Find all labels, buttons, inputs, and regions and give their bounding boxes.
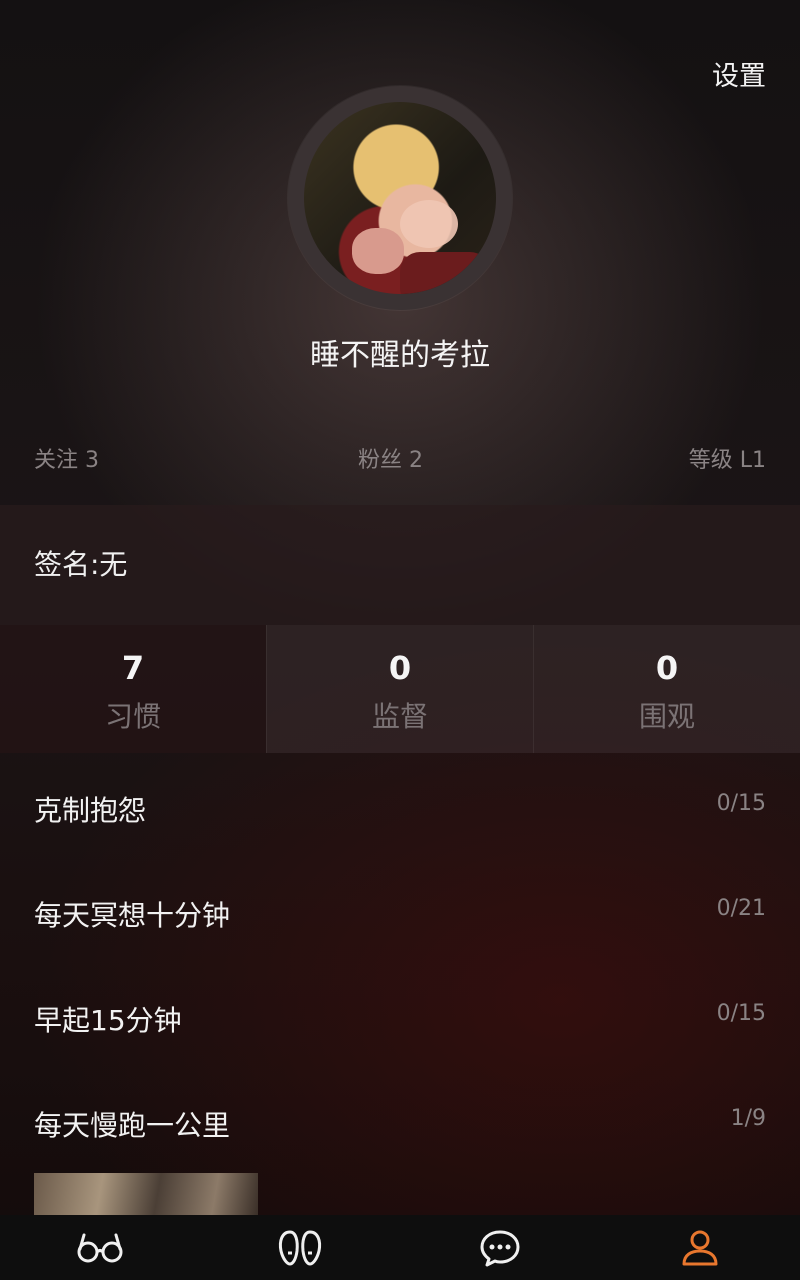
watch-count: 0	[655, 649, 679, 687]
habits-count: 7	[121, 649, 145, 687]
habit-name: 每天慢跑一公里	[34, 1109, 231, 1142]
tab-label: 监督	[371, 700, 428, 733]
avatar-frame	[288, 86, 512, 310]
list-item[interactable]: 每天冥想十分钟 0/21	[0, 858, 800, 963]
habit-photo-thumbnail[interactable]	[34, 1173, 258, 1215]
person-icon	[682, 1230, 718, 1265]
profile-stats: 关注 3 粉丝 2 等级 L1	[34, 442, 766, 474]
habit-progress: 0/21	[716, 896, 766, 921]
profile-tabs: 7 习惯 0 监督 0 围观	[0, 625, 800, 753]
chat-bubble-icon	[480, 1230, 520, 1266]
habit-progress: 1/9	[730, 1106, 766, 1131]
list-item[interactable]: 每天慢跑一公里 1/9	[0, 1068, 800, 1173]
tab-label: 习惯	[104, 700, 161, 733]
tab-habits[interactable]: 7 习惯	[0, 625, 266, 753]
list-item[interactable]: 克制抱怨 0/15	[0, 753, 800, 858]
habit-progress: 0/15	[716, 791, 766, 816]
bottom-navigation	[0, 1215, 800, 1280]
avatar[interactable]	[304, 102, 496, 294]
signature-section: 签名:无	[0, 505, 800, 625]
nav-profile[interactable]	[600, 1215, 800, 1280]
settings-button[interactable]: 设置	[712, 54, 766, 93]
supervise-count: 0	[388, 649, 412, 687]
nav-tracks[interactable]	[200, 1215, 400, 1280]
profile-header: 设置 睡不醒的考拉 关注 3 粉丝 2 等级 L1	[0, 0, 800, 505]
tab-label: 围观	[638, 700, 695, 733]
glasses-icon	[77, 1233, 123, 1262]
level-badge: 等级 L1	[688, 448, 766, 473]
nav-discover[interactable]	[0, 1215, 200, 1280]
habit-name: 克制抱怨	[34, 794, 147, 827]
following-count[interactable]: 关注 3	[34, 442, 99, 474]
nav-messages[interactable]	[400, 1215, 600, 1280]
footprints-icon	[278, 1229, 322, 1266]
habit-progress: 0/15	[716, 1001, 766, 1026]
habit-name: 早起15分钟	[34, 1004, 182, 1037]
list-item[interactable]: 早起15分钟 0/15	[0, 963, 800, 1068]
fans-count[interactable]: 粉丝 2	[358, 442, 423, 474]
tab-watch[interactable]: 0 围观	[533, 625, 800, 753]
habit-list: 克制抱怨 0/15 每天冥想十分钟 0/21 早起15分钟 0/15 每天慢跑一…	[0, 753, 800, 1173]
username: 睡不醒的考拉	[310, 338, 490, 373]
habit-name: 每天冥想十分钟	[34, 899, 231, 932]
signature-text: 签名:无	[34, 548, 128, 581]
tab-supervise[interactable]: 0 监督	[266, 625, 533, 753]
